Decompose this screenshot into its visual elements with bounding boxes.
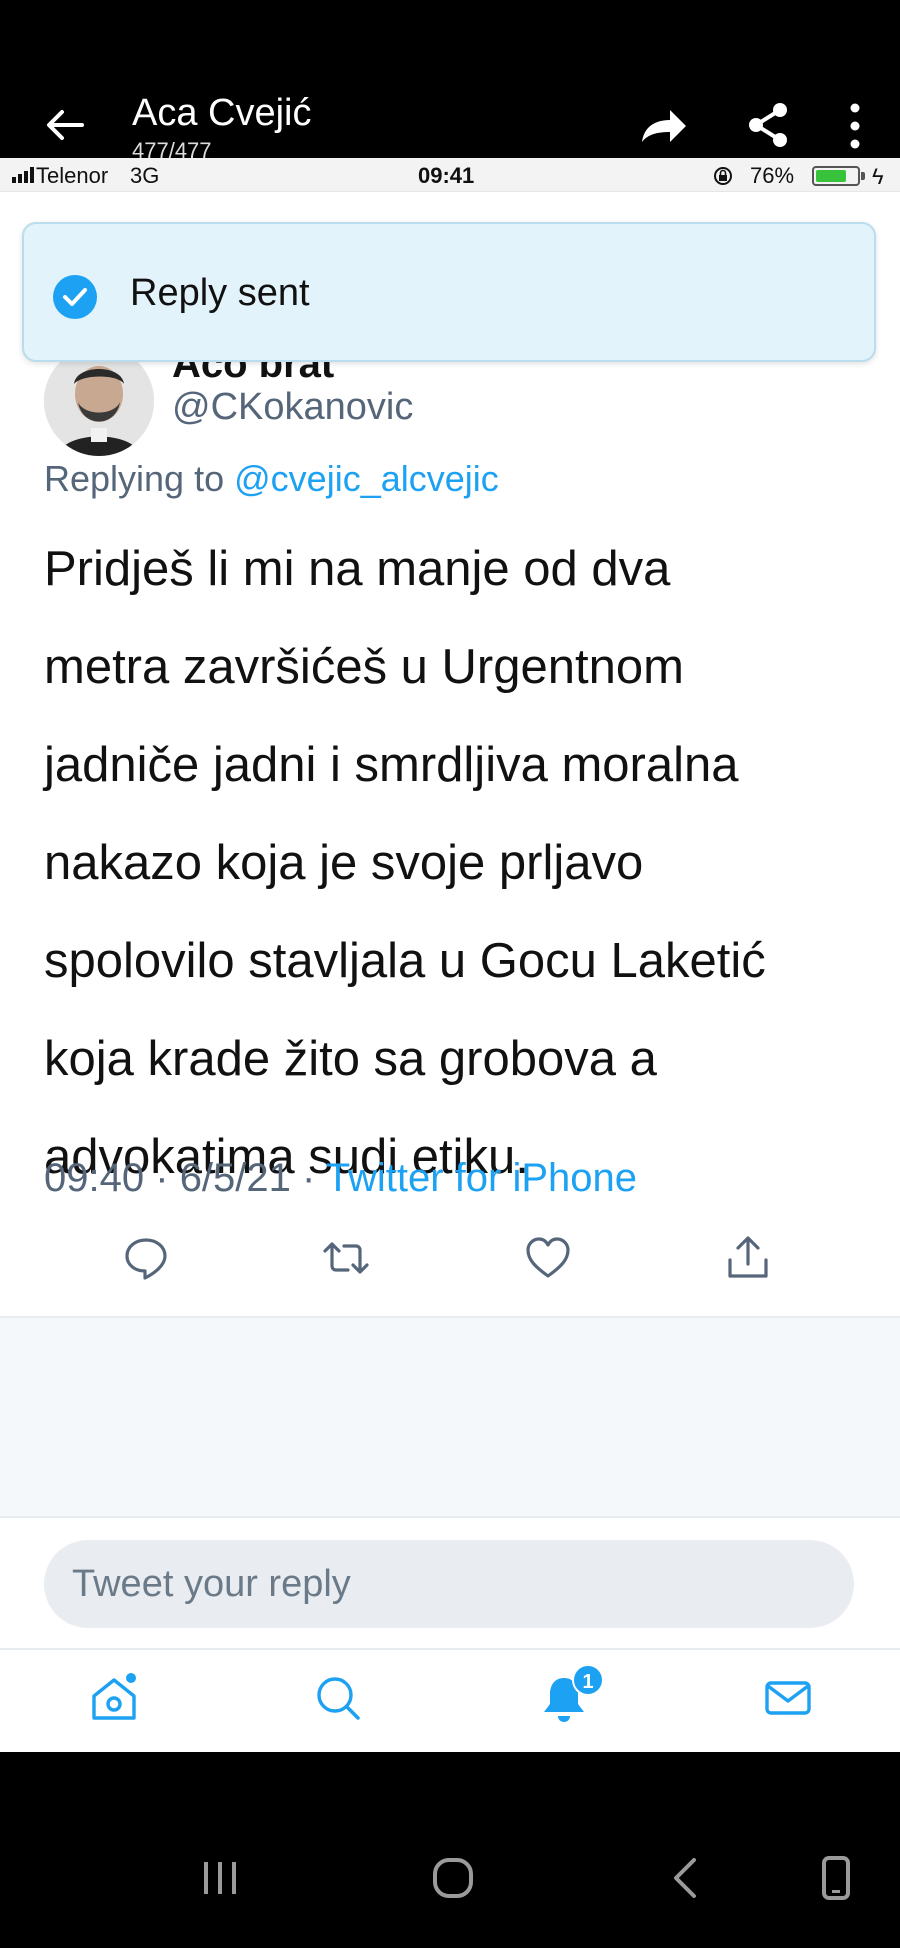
screenshot-icon[interactable] <box>806 1848 866 1908</box>
reply-bar <box>0 1518 900 1650</box>
replying-mention-link[interactable]: @cvejic_alcvejic <box>234 458 499 499</box>
android-nav-bar <box>0 1752 900 1948</box>
back-arrow-icon[interactable] <box>40 100 90 150</box>
viewer-counter: 477/477 <box>132 140 212 158</box>
battery-percent: 76% <box>750 163 795 188</box>
rotation-lock-icon <box>714 167 732 185</box>
reply-sent-toast: Reply sent <box>22 222 876 362</box>
check-circle-icon <box>53 275 97 319</box>
charging-icon: ϟ <box>872 164 884 189</box>
replying-prefix: Replying to <box>44 458 225 499</box>
signal-icon <box>12 167 34 183</box>
back-button-icon[interactable] <box>656 1848 716 1908</box>
tweet-actions <box>0 1234 900 1306</box>
tweet-text-line: spolovilo stavljala u Gocu Laketić <box>44 934 766 988</box>
like-heart-icon[interactable] <box>524 1234 572 1282</box>
home-icon[interactable] <box>86 1670 142 1726</box>
tweet-text: Pridješ li mi na manje od dva metra zavr… <box>44 520 884 1206</box>
meta-separator: · <box>155 1156 169 1200</box>
avatar-image <box>44 346 154 456</box>
meta-separator: · <box>302 1156 316 1200</box>
tweet-text-line: Pridješ li mi na manje od dva <box>44 542 671 596</box>
replying-to-line: Replying to @cvejic_alcvejic <box>44 458 499 500</box>
tweet-reply-input[interactable] <box>44 1540 854 1628</box>
search-icon[interactable] <box>310 1670 366 1726</box>
user-handle[interactable]: @CKokanovic <box>172 386 413 429</box>
share-upload-icon[interactable] <box>724 1234 772 1282</box>
avatar[interactable] <box>44 346 154 456</box>
share-icon[interactable] <box>746 100 790 150</box>
tweet-text-line: nakazo koja je svoje prljavo <box>44 836 644 890</box>
ios-status-bar: Telenor 3G 09:41 76% ϟ <box>0 158 900 192</box>
notification-count-badge: 1 <box>572 1664 604 1696</box>
messages-mail-icon[interactable] <box>760 1670 816 1726</box>
reply-icon[interactable] <box>122 1234 170 1282</box>
bottom-tab-bar: 1 <box>0 1652 900 1752</box>
network-label: 3G <box>130 163 160 188</box>
empty-replies-area <box>0 1318 900 1518</box>
battery-icon <box>812 166 860 186</box>
tweet-screenshot: Telenor 3G 09:41 76% ϟ Reply sent Aco br… <box>0 158 900 1752</box>
carrier-label: Telenor <box>36 163 109 188</box>
forward-icon[interactable] <box>636 102 690 152</box>
tweet-meta: 09:40 · 6/5/21 · Twitter for iPhone <box>44 1156 637 1201</box>
viewer-top-bar: Aca Cvejić 477/477 <box>0 0 900 158</box>
home-button-icon[interactable] <box>423 1848 483 1908</box>
tweet-time: 09:40 <box>44 1156 145 1200</box>
tweet-text-line: jadniče jadni i smrdljiva moralna <box>44 738 739 792</box>
tweet-source-link[interactable]: Twitter for iPhone <box>326 1156 637 1200</box>
more-vert-icon[interactable] <box>846 102 864 150</box>
tweet-text-line: metra završićeš u Urgentnom <box>44 640 684 694</box>
status-time: 09:41 <box>418 163 475 188</box>
retweet-icon[interactable] <box>322 1234 370 1282</box>
toast-message: Reply sent <box>130 272 310 314</box>
recent-apps-icon[interactable] <box>190 1848 250 1908</box>
tweet-text-line: koja krade žito sa grobova a <box>44 1032 657 1086</box>
viewer-title: Aca Cvejić <box>132 92 312 134</box>
tweet-date: 6/5/21 <box>179 1156 291 1200</box>
